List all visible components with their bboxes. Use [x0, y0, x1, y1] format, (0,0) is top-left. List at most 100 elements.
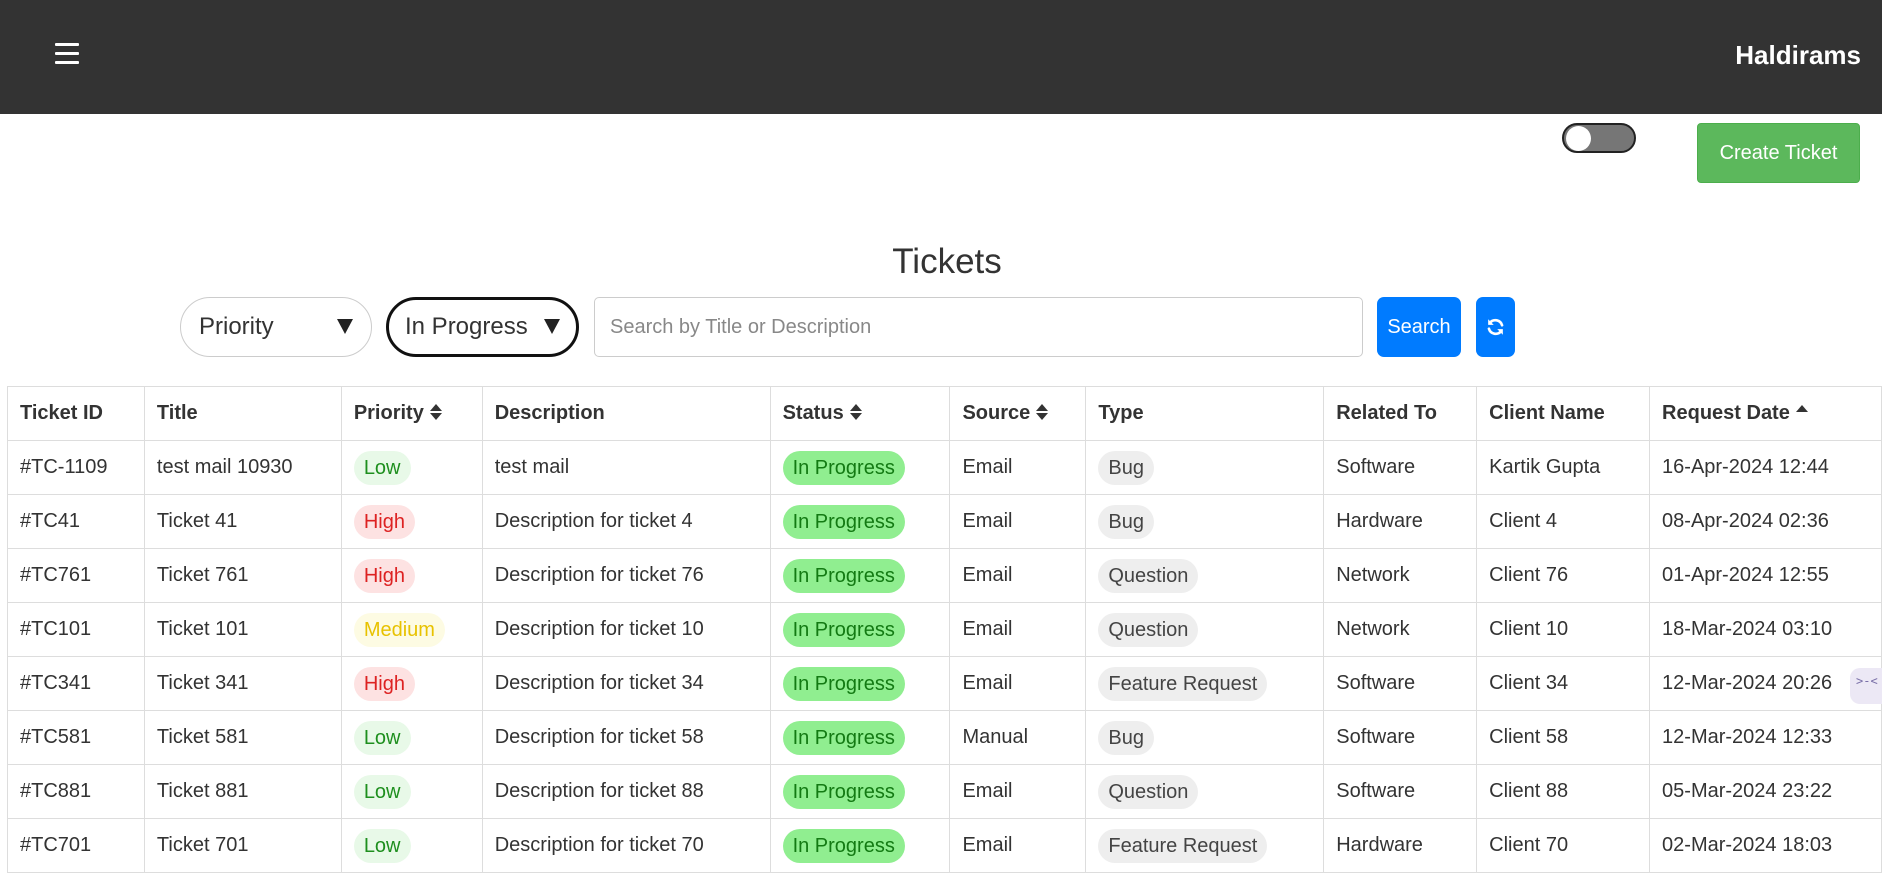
source-text: Email — [962, 510, 1013, 532]
priority-badge: High — [353, 558, 415, 593]
source-cell: Email — [949, 494, 1087, 549]
status-filter-select[interactable]: In Progress — [386, 297, 579, 357]
related-to-cell: Software — [1323, 710, 1478, 765]
title-cell: Ticket 761 — [143, 548, 342, 603]
ticket-id-cell: #TC581 — [7, 710, 145, 765]
related-to-text: Software — [1336, 780, 1416, 802]
priority-cell: Low — [340, 710, 483, 765]
status-badge: In Progress — [782, 504, 905, 539]
type-cell: Question — [1085, 764, 1325, 819]
ticket-id-cell: #TC-1109 — [7, 440, 145, 495]
hamburger-menu-icon[interactable] — [52, 38, 82, 70]
title-cell: test mail 10930 — [143, 440, 342, 495]
refresh-button[interactable] — [1476, 297, 1515, 357]
column-header-status[interactable]: Status — [769, 386, 951, 441]
client-name-text: Client 58 — [1489, 726, 1569, 748]
title-cell: Ticket 101 — [143, 602, 342, 657]
sort-icon[interactable] — [1036, 403, 1049, 421]
toggle-knob — [1566, 126, 1591, 151]
description-cell: Description for ticket 76 — [481, 548, 771, 603]
related-to-cell: Software — [1323, 440, 1478, 495]
client-name-text: Client 70 — [1489, 834, 1569, 856]
ticket-id-cell: #TC761 — [7, 548, 145, 603]
table-row[interactable]: #TC41 Ticket 41 High Description for ticket… — [7, 494, 1882, 549]
priority-cell: Low — [340, 440, 483, 495]
description-cell: Description for ticket 70 — [481, 818, 771, 873]
client-name-text: Client 10 — [1489, 618, 1569, 640]
source-cell: Email — [949, 602, 1087, 657]
type-badge: Feature Request — [1098, 828, 1268, 863]
status-cell: In Progress — [769, 440, 951, 495]
theme-toggle[interactable] — [1562, 123, 1636, 153]
page-title: Tickets — [892, 242, 1002, 281]
related-to-text: Software — [1336, 726, 1416, 748]
column-header-label: Priority — [353, 402, 424, 424]
table-row[interactable]: #TC101 Ticket 101 Medium Description for ti… — [7, 602, 1882, 657]
column-header-source[interactable]: Source — [949, 386, 1087, 441]
type-badge: Question — [1098, 612, 1199, 647]
column-header-request-date[interactable]: Request Date — [1649, 386, 1882, 441]
sort-ascending-icon[interactable] — [1795, 403, 1808, 421]
priority-badge: High — [353, 666, 415, 701]
related-to-text: Network — [1336, 564, 1410, 586]
related-to-text: Software — [1336, 456, 1416, 478]
sort-icon[interactable] — [849, 403, 862, 421]
client-name-cell: Kartik Gupta — [1476, 440, 1651, 495]
request-date-cell: 12-Mar-2024 20:26 — [1649, 656, 1882, 711]
request-date-text: 16-Apr-2024 12:44 — [1662, 456, 1829, 478]
priority-cell: High — [340, 656, 483, 711]
search-input[interactable] — [594, 297, 1363, 357]
table-row[interactable]: #TC581 Ticket 581 Low Description for ticke… — [7, 710, 1882, 765]
table-header-row: Ticket ID Title Priority Description Sta… — [7, 386, 1882, 441]
column-header-label: Source — [962, 402, 1031, 424]
related-to-cell: Hardware — [1323, 494, 1478, 549]
table-row[interactable]: #TC881 Ticket 881 Low Description for ticke… — [7, 764, 1882, 819]
table-row[interactable]: #TC701 Ticket 701 Low Description for ticke… — [7, 818, 1882, 873]
title-cell: Ticket 881 — [143, 764, 342, 819]
request-date-cell: 18-Mar-2024 03:10 — [1649, 602, 1882, 657]
side-panel-handle[interactable]: >-< — [1850, 668, 1882, 704]
column-header-label: Title — [156, 402, 198, 424]
priority-badge: Low — [353, 450, 411, 485]
title-text: test mail 10930 — [156, 456, 293, 478]
description-text: Description for ticket 76 — [494, 564, 704, 586]
search-button[interactable]: Search — [1377, 297, 1461, 357]
ticket-id-text: #TC41 — [20, 510, 81, 532]
column-header-related-to: Related To — [1323, 386, 1478, 441]
related-to-text: Software — [1336, 672, 1416, 694]
table-row[interactable]: #TC-1109 test mail 10930 Low test mail In Pr… — [7, 440, 1882, 495]
priority-filter-select[interactable]: Priority — [180, 297, 372, 357]
type-cell: Bug — [1085, 710, 1325, 765]
create-ticket-button[interactable]: Create Ticket — [1697, 123, 1860, 183]
source-cell: Email — [949, 656, 1087, 711]
priority-filter-value: Priority — [199, 313, 274, 340]
column-header-label: Client Name — [1489, 402, 1605, 424]
request-date-cell: 12-Mar-2024 12:33 — [1649, 710, 1882, 765]
table-row[interactable]: #TC761 Ticket 761 High Description for tick… — [7, 548, 1882, 603]
column-header-label: Request Date — [1662, 402, 1790, 424]
related-to-cell: Software — [1323, 764, 1478, 819]
column-header-priority[interactable]: Priority — [340, 386, 483, 441]
status-badge: In Progress — [782, 720, 905, 755]
request-date-text: 12-Mar-2024 20:26 — [1662, 672, 1833, 694]
status-badge: In Progress — [782, 774, 905, 809]
status-cell: In Progress — [769, 710, 951, 765]
column-header-description: Description — [481, 386, 771, 441]
sort-icon[interactable] — [429, 403, 442, 421]
client-name-cell: Client 34 — [1476, 656, 1651, 711]
title-text: Ticket 41 — [156, 510, 238, 532]
client-name-cell: Client 58 — [1476, 710, 1651, 765]
ticket-id-text: #TC761 — [20, 564, 92, 586]
status-cell: In Progress — [769, 764, 951, 819]
status-badge: In Progress — [782, 828, 905, 863]
title-cell: Ticket 41 — [143, 494, 342, 549]
client-name-cell: Client 76 — [1476, 548, 1651, 603]
source-cell: Email — [949, 440, 1087, 495]
request-date-text: 01-Apr-2024 12:55 — [1662, 564, 1829, 586]
client-name-cell: Client 88 — [1476, 764, 1651, 819]
request-date-cell: 01-Apr-2024 12:55 — [1649, 548, 1882, 603]
description-cell: Description for ticket 10 — [481, 602, 771, 657]
source-text: Email — [962, 456, 1013, 478]
description-cell: Description for ticket 34 — [481, 656, 771, 711]
table-row[interactable]: #TC341 Ticket 341 High Description for tick… — [7, 656, 1882, 711]
